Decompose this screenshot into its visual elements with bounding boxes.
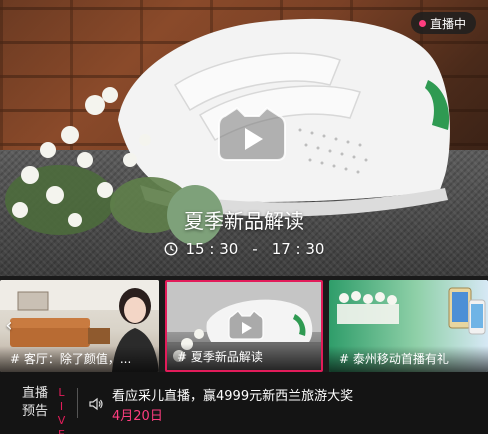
live-vertical-label: LIVE bbox=[55, 386, 68, 434]
preview-notice-text[interactable]: 看应采儿直播，赢4999元新西兰旅游大奖 bbox=[112, 385, 353, 404]
preview-notice-date: 4月20日 bbox=[112, 409, 163, 424]
hero-title: 夏季新品解读 bbox=[184, 209, 304, 233]
preview-label: 直播 预告 bbox=[22, 385, 48, 421]
speaker-icon bbox=[89, 397, 103, 411]
thumbnail-card[interactable]: # 客厅：除了颜值，... bbox=[0, 280, 159, 372]
preview-label-line1: 直播 bbox=[22, 386, 49, 401]
live-status-badge: 直播中 bbox=[410, 12, 476, 34]
hero-banner[interactable]: 直播中 夏季新品解读 15 : 30 - 17 : 30 bbox=[0, 0, 488, 276]
thumbnail-caption: # 夏季新品解读 bbox=[167, 344, 321, 370]
play-icon[interactable] bbox=[217, 106, 287, 162]
live-status-label: 直播中 bbox=[429, 16, 466, 31]
thumbnail-strip: # 客厅：除了颜值，... # 夏季新品解读 # 泰州移动首播有礼 bbox=[0, 280, 488, 372]
divider bbox=[77, 388, 78, 418]
live-preview-bar[interactable]: 直播 预告 LIVE 看应采儿直播，赢4999元新西兰旅游大奖 4月20日 bbox=[0, 372, 488, 434]
thumbnail-card[interactable]: # 泰州移动首播有礼 bbox=[329, 280, 488, 372]
thumbnail-caption: # 泰州移动首播有礼 bbox=[329, 346, 488, 372]
time-start: 15 : 30 bbox=[185, 240, 239, 258]
clock-icon bbox=[164, 242, 177, 256]
time-separator: - bbox=[252, 240, 258, 258]
thumbnail-caption: # 客厅：除了颜值，... bbox=[0, 346, 159, 372]
time-end: 17 : 30 bbox=[271, 240, 325, 258]
preview-label-line2: 预告 bbox=[22, 404, 49, 419]
live-vertical-text: LIVE bbox=[55, 386, 68, 434]
chevron-left-icon[interactable]: ‹ bbox=[2, 316, 16, 336]
hero-schedule-time: 15 : 30 - 17 : 30 bbox=[0, 240, 488, 258]
live-dot-icon bbox=[418, 19, 426, 27]
play-icon[interactable] bbox=[228, 310, 264, 340]
thumbnail-card-active[interactable]: # 夏季新品解读 bbox=[165, 280, 323, 372]
